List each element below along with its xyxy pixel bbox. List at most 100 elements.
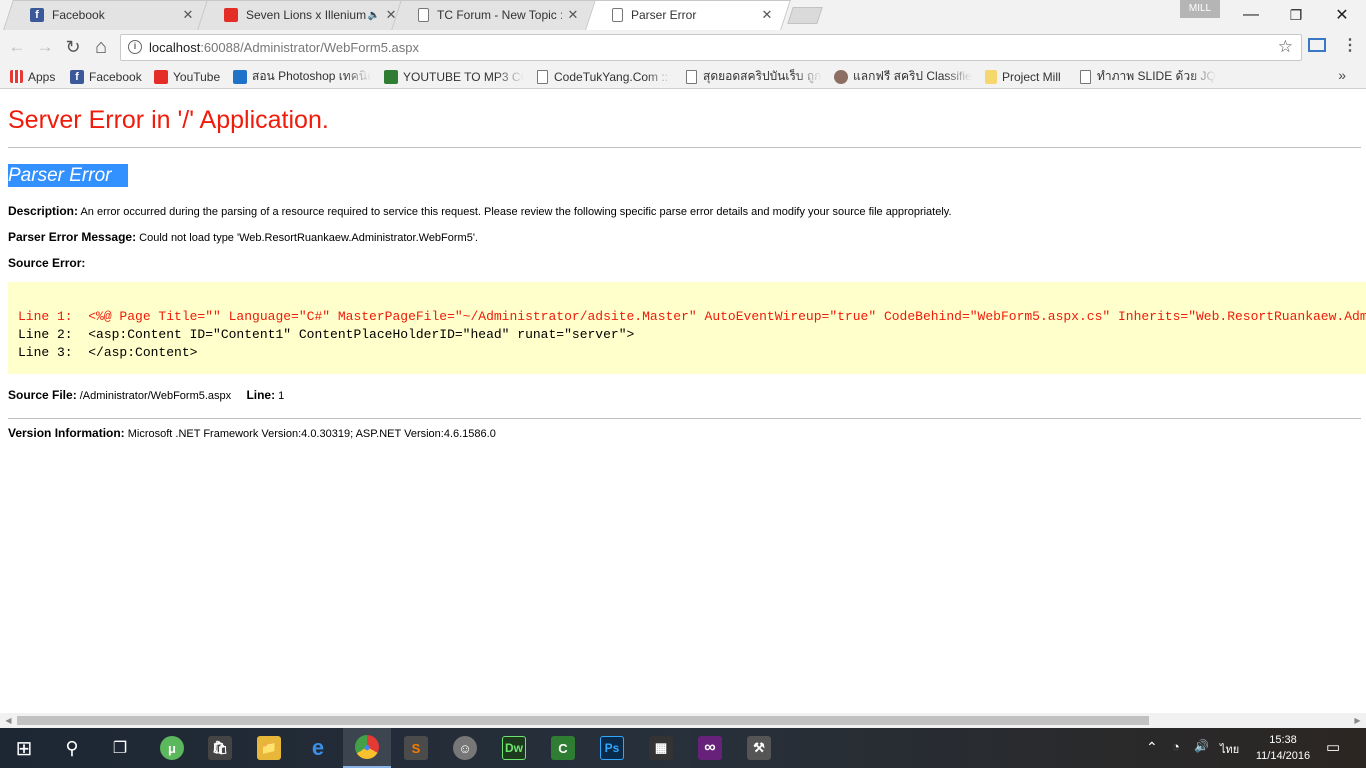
show-hidden-icons-chevron-icon[interactable]: ⌃: [1146, 739, 1158, 756]
visual-studio-app[interactable]: ∞: [686, 728, 734, 768]
bookmarks-overflow-button[interactable]: »: [1338, 67, 1346, 83]
language-indicator[interactable]: ไทย: [1220, 740, 1239, 758]
profile-button[interactable]: MILL: [1180, 0, 1220, 18]
tools-app[interactable]: ⚒: [735, 728, 783, 768]
version-label: Version Information:: [8, 426, 125, 440]
url-text[interactable]: localhost:60088/Administrator/WebForm5.a…: [149, 40, 419, 55]
bookmark-classified[interactable]: แลกฟรี สคริป Classified: [834, 68, 972, 85]
audio-playing-icon[interactable]: 🔈: [368, 10, 380, 21]
store-app[interactable]: 🛍: [196, 728, 244, 768]
utorrent-app[interactable]: μ: [148, 728, 196, 768]
bookmark-label: Facebook: [89, 69, 142, 84]
video-editor-icon: ▦: [649, 736, 673, 760]
forward-button[interactable]: →: [34, 36, 56, 58]
kid-icon-app[interactable]: ☺: [441, 728, 489, 768]
close-icon[interactable]: ✕: [384, 7, 398, 23]
minimize-button[interactable]: —: [1228, 0, 1274, 30]
tab-title: Parser Error: [631, 8, 697, 22]
dreamweaver-app[interactable]: Dw: [490, 728, 538, 768]
photoshop-icon: Ps: [600, 736, 624, 760]
source-line-1: Line 1: <%@ Page Title="" Language="C#" …: [18, 309, 1366, 324]
photoshop-tutorial-icon: [233, 69, 247, 84]
search-icon: ⚲: [65, 737, 79, 758]
bookmark-label: สุดยอดสคริปบันเร็บ ถูกต้: [703, 69, 822, 83]
bookmark-label: YouTube: [173, 69, 221, 84]
scrollbar-thumb[interactable]: [17, 716, 1149, 725]
close-icon[interactable]: ✕: [566, 7, 580, 23]
chrome-icon: ●: [355, 735, 379, 759]
scroll-left-icon[interactable]: ◀: [1, 713, 16, 728]
scroll-right-icon[interactable]: ▶: [1350, 713, 1365, 728]
back-button[interactable]: ←: [6, 36, 28, 58]
task-view-button[interactable]: ❐: [96, 728, 144, 768]
server-error-heading: Server Error in '/' Application.: [8, 106, 329, 134]
close-window-button[interactable]: ✕: [1319, 0, 1365, 30]
tab-title: Facebook: [52, 8, 105, 22]
close-icon[interactable]: ✕: [181, 7, 195, 23]
taskbar: ⊞ ⚲ ❐ μ 🛍 📁 e ● S ☺ Dw C Ps ▦ ∞ ⚒ ⌃ ◔ 🔊 …: [0, 728, 1366, 768]
home-button[interactable]: ⌂: [90, 36, 112, 58]
edge-app[interactable]: e: [294, 728, 342, 768]
source-error-label: Source Error:: [8, 256, 86, 270]
start-button[interactable]: ⊞: [0, 728, 48, 768]
version-line: Version Information: Microsoft .NET Fram…: [8, 426, 496, 440]
video-app[interactable]: ▦: [637, 728, 685, 768]
page-icon: [418, 8, 429, 22]
page-content: Server Error in '/' Application. Parser …: [0, 90, 1366, 713]
address-bar[interactable]: i localhost:60088/Administrator/WebForm5…: [120, 34, 1302, 61]
bookmark-slide-jquery[interactable]: ทำภาพ SLIDE ด้วย JQue: [1080, 68, 1216, 85]
source-error-line: Source Error:: [8, 256, 85, 270]
search-button[interactable]: ⚲: [48, 728, 96, 768]
cast-icon[interactable]: [1308, 38, 1326, 52]
bookmark-star-icon[interactable]: ☆: [1278, 37, 1293, 57]
facebook-icon: f: [70, 69, 84, 84]
menu-icon[interactable]: ⋮: [1342, 36, 1358, 58]
bookmark-youtube-mp3[interactable]: YOUTUBE TO MP3 CO: [384, 68, 524, 85]
store-icon: 🛍: [208, 736, 232, 760]
bookmark-youtube[interactable]: YouTube: [154, 68, 220, 85]
bookmark-codetukyang[interactable]: CodeTukYang.Com :: a: [537, 68, 673, 85]
file-explorer-app[interactable]: 📁: [245, 728, 293, 768]
apps-icon: [10, 70, 23, 83]
tab-facebook[interactable]: f Facebook ✕: [3, 0, 209, 30]
bookmark-photoshop[interactable]: สอน Photoshop เทคนิค: [233, 68, 371, 85]
bookmark-facebook[interactable]: f Facebook: [70, 68, 142, 85]
tab-tc-forum[interactable]: TC Forum - New Topic :: a ✕: [391, 0, 597, 30]
bookmark-project-mill[interactable]: Project Mill: [985, 68, 1061, 85]
bookmark-apps[interactable]: Apps: [10, 68, 55, 85]
photoshop-app[interactable]: Ps: [588, 728, 636, 768]
new-tab-button[interactable]: [787, 7, 823, 24]
source-file-label: Source File:: [8, 388, 77, 402]
page-icon: [1080, 69, 1091, 84]
chrome-app[interactable]: ●: [343, 728, 391, 768]
sublime-app[interactable]: S: [392, 728, 440, 768]
source-line-2: Line 2: <asp:Content ID="Content1" Conte…: [18, 327, 635, 342]
volume-icon[interactable]: 🔊: [1194, 739, 1209, 753]
tab-title: TC Forum - New Topic :: a: [437, 8, 562, 22]
tab-parser-error[interactable]: Parser Error ✕: [585, 0, 791, 30]
parser-message-text: Could not load type 'Web.ResortRuankaew.…: [139, 232, 478, 244]
version-text: Microsoft .NET Framework Version:4.0.303…: [127, 428, 496, 440]
network-icon[interactable]: ◔: [1172, 739, 1180, 754]
camtasia-app[interactable]: C: [539, 728, 587, 768]
line-value: 1: [278, 390, 285, 402]
notifications-icon[interactable]: ▭: [1326, 738, 1340, 756]
tab-title: Seven Lions x Illenium: [246, 8, 366, 22]
bookmark-script[interactable]: สุดยอดสคริปบันเร็บ ถูกต้: [686, 68, 822, 85]
parser-message-line: Parser Error Message: Could not load typ…: [8, 230, 478, 244]
parser-message-label: Parser Error Message:: [8, 230, 137, 244]
bookmark-label: ทำภาพ SLIDE ด้วย JQue: [1097, 69, 1216, 83]
clock[interactable]: 15:38 11/14/2016: [1252, 732, 1314, 764]
horizontal-scrollbar[interactable]: ◀ ▶: [0, 713, 1366, 728]
divider: [8, 418, 1361, 419]
info-icon[interactable]: i: [128, 40, 142, 54]
bookmark-label: สอน Photoshop เทคนิค: [252, 69, 371, 83]
visual-studio-icon: ∞: [698, 736, 722, 760]
facebook-icon: f: [30, 8, 44, 22]
divider: [8, 147, 1361, 148]
tab-seven-lions[interactable]: Seven Lions x Illenium 🔈 ✕: [197, 0, 403, 30]
reload-button[interactable]: ↻: [62, 36, 84, 58]
close-icon[interactable]: ✕: [760, 7, 774, 23]
restore-button[interactable]: ❐: [1273, 0, 1319, 30]
windows-icon: ⊞: [15, 737, 33, 760]
